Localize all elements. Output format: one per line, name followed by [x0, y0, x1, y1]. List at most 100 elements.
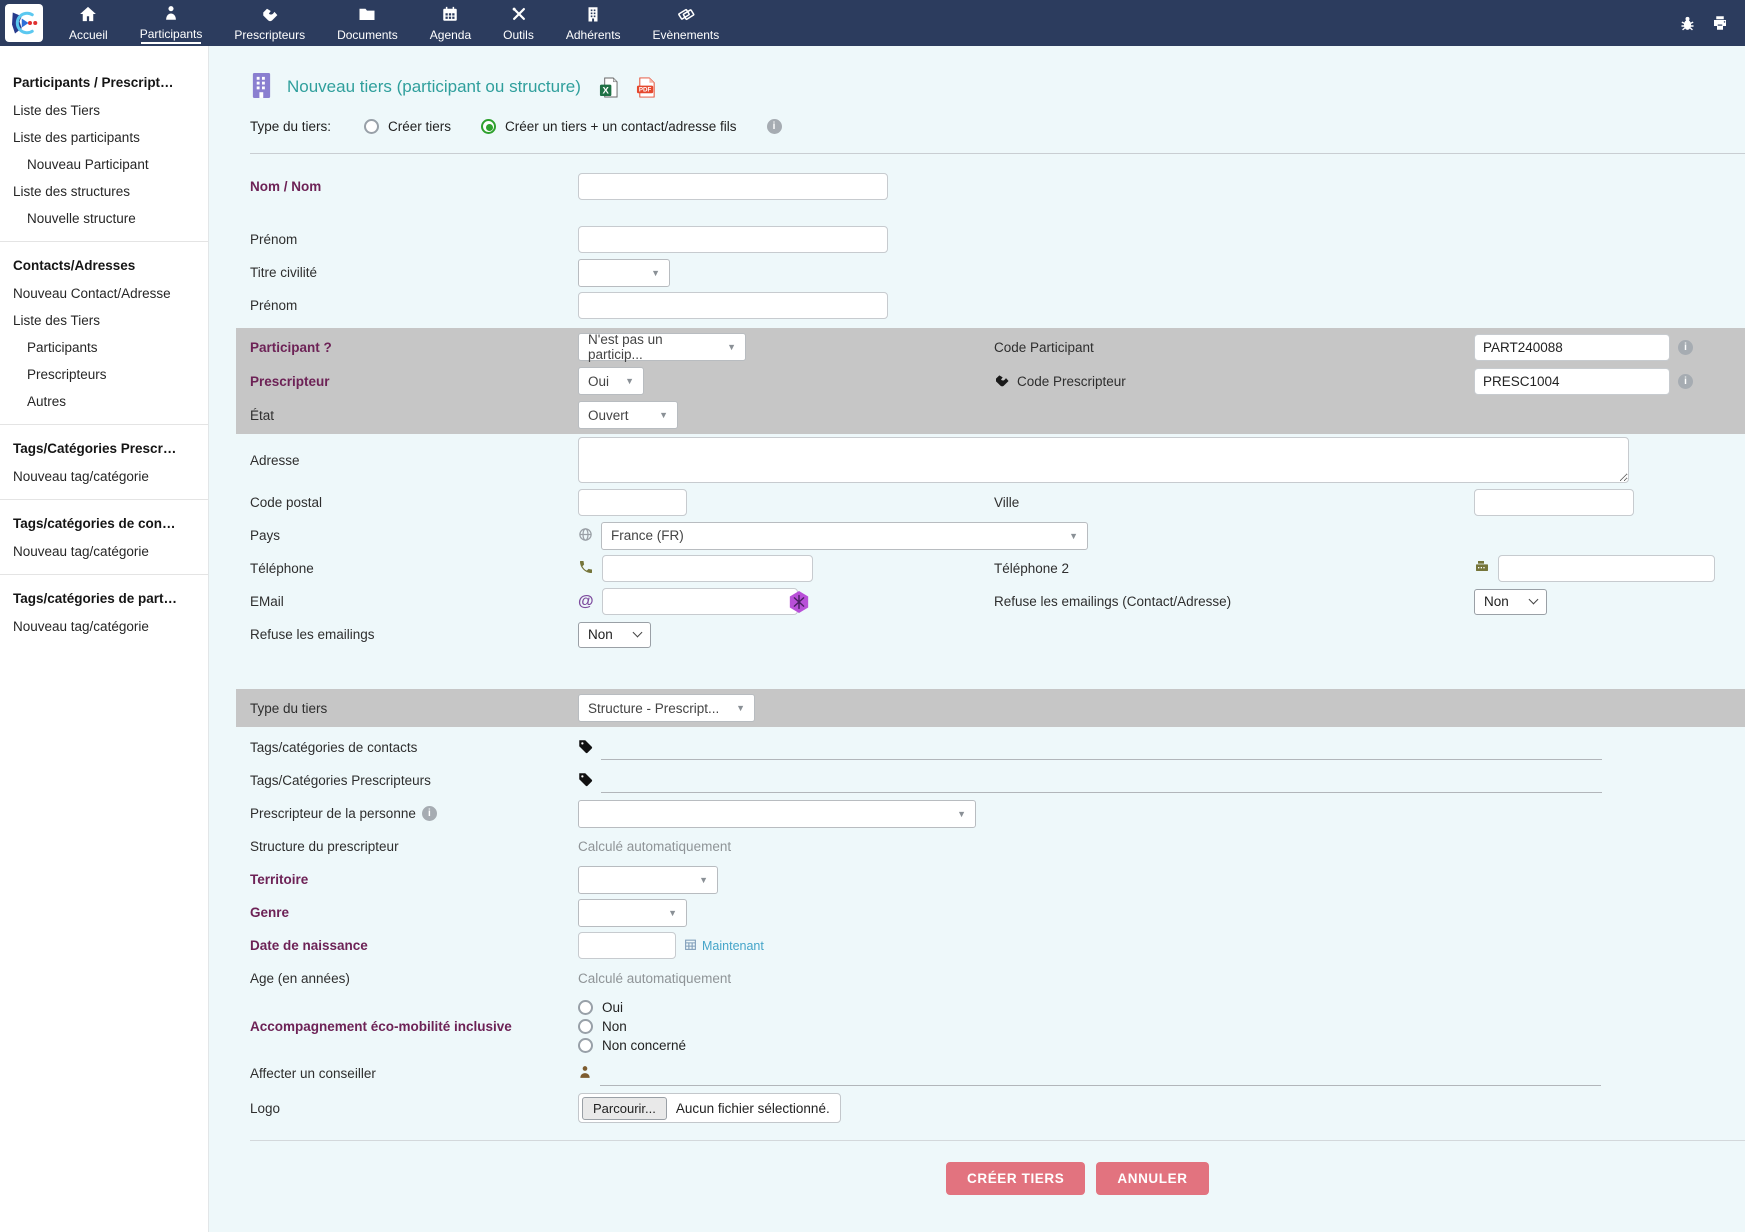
form-actions: CRÉER TIERS ANNULER: [946, 1162, 1745, 1195]
logo-file-input[interactable]: Parcourir... Aucun fichier sélectionné.: [578, 1093, 841, 1123]
code-participant-input[interactable]: [1474, 334, 1670, 361]
nav-item-adherents[interactable]: Adhérents: [550, 0, 637, 46]
fax-icon: [1474, 559, 1490, 578]
svg-text:X: X: [602, 85, 609, 96]
chevron-down-icon: ▼: [727, 342, 736, 352]
code-postal-input[interactable]: [578, 489, 687, 516]
chevron-down-icon: ▼: [1069, 531, 1078, 541]
form-row-telephone: Téléphone Téléphone 2: [209, 552, 1745, 585]
type-tiers-band: Type du tiers Structure - Prescript...▼: [236, 689, 1745, 727]
nav-item-agenda[interactable]: Agenda: [414, 0, 487, 46]
prenom1-input[interactable]: [578, 226, 888, 253]
nav-item-documents[interactable]: Documents: [321, 0, 414, 46]
prenom2-input[interactable]: [578, 292, 888, 319]
sidebar-divider: [0, 499, 208, 500]
type-tiers-select[interactable]: Structure - Prescript...▼: [578, 694, 755, 722]
titre-civilite-select[interactable]: ▼: [578, 259, 670, 287]
nav-item-evenements[interactable]: Evènements: [637, 0, 736, 46]
pdf-export-icon[interactable]: PDF: [636, 77, 657, 98]
structure-prescripteur-label: Structure du prescripteur: [250, 839, 578, 854]
info-icon[interactable]: [422, 806, 437, 821]
nav-item-accueil[interactable]: Accueil: [53, 0, 124, 46]
sidebar-item-prescripteurs[interactable]: Prescripteurs: [0, 361, 208, 388]
adresse-textarea[interactable]: [578, 437, 1629, 483]
radio-creer-tiers[interactable]: Créer tiers: [364, 119, 451, 134]
sidebar-item-nouveau-tag-3[interactable]: Nouveau tag/catégorie: [0, 613, 208, 640]
prescripteur-label: Prescripteur: [250, 374, 578, 389]
info-icon[interactable]: [767, 119, 782, 134]
tags-contacts-input[interactable]: [601, 736, 1602, 760]
app-logo[interactable]: [5, 4, 43, 42]
nav-item-outils[interactable]: Outils: [487, 0, 550, 46]
form-row-structure-prescripteur: Structure du prescripteur Calculé automa…: [209, 830, 1745, 863]
sidebar-item-nouveau-participant[interactable]: Nouveau Participant: [0, 151, 208, 178]
form-row-genre: Genre ▼: [209, 896, 1745, 929]
chevron-down-icon: ▼: [659, 410, 668, 420]
sidebar-item-liste-des-participants[interactable]: Liste des participants: [0, 124, 208, 151]
print-icon[interactable]: [1711, 14, 1729, 32]
form-row-prescripteur-personne: Prescripteur de la personne ▼: [209, 797, 1745, 830]
sidebar-item-liste-des-tiers-2[interactable]: Liste des Tiers: [0, 307, 208, 334]
form-row-territoire: Territoire ▼: [209, 863, 1745, 896]
telephone2-input[interactable]: [1498, 555, 1715, 582]
date-naissance-input[interactable]: [578, 932, 676, 959]
telephone-input[interactable]: [602, 555, 813, 582]
maintenant-link[interactable]: Maintenant: [684, 938, 764, 954]
person-icon: [162, 4, 180, 25]
nav-item-participants[interactable]: Participants: [124, 0, 219, 46]
form-row-adresse: Adresse: [209, 434, 1745, 486]
pays-select[interactable]: France (FR)▼: [601, 522, 1088, 550]
sidebar-item-participants[interactable]: Participants: [0, 334, 208, 361]
structure-prescripteur-value: Calculé automatiquement: [578, 839, 994, 854]
refuse-emailings-label: Refuse les emailings: [250, 627, 578, 642]
conseiller-input[interactable]: [600, 1062, 1601, 1086]
info-icon[interactable]: [1678, 374, 1693, 389]
sidebar-item-nouveau-tag-1[interactable]: Nouveau tag/catégorie: [0, 463, 208, 490]
territoire-select[interactable]: ▼: [578, 866, 718, 894]
tag-icon: [578, 739, 593, 757]
folder-icon: [358, 5, 376, 26]
sidebar-item-liste-des-tiers[interactable]: Liste des Tiers: [0, 97, 208, 124]
email-action-icon[interactable]: [788, 590, 810, 617]
accompagnement-radio-oui[interactable]: Oui: [578, 1000, 994, 1015]
sidebar-item-liste-des-structures[interactable]: Liste des structures: [0, 178, 208, 205]
sidebar-item-autres[interactable]: Autres: [0, 388, 208, 415]
form-row-prenom1: Prénom: [209, 223, 1745, 256]
tickets-icon: [677, 5, 695, 26]
info-icon[interactable]: [1678, 340, 1693, 355]
prescripteur-select[interactable]: Oui▼: [578, 367, 644, 395]
refuse-emailings-contact-select[interactable]: Non: [1474, 589, 1547, 615]
sidebar-item-nouveau-contact[interactable]: Nouveau Contact/Adresse: [0, 280, 208, 307]
nav-item-prescripteurs[interactable]: Prescripteurs: [218, 0, 321, 46]
annuler-button[interactable]: ANNULER: [1096, 1162, 1208, 1195]
sidebar-section-tags-contacts: Tags/catégories de con…: [0, 509, 208, 538]
radio-icon: [578, 1038, 593, 1053]
excel-export-icon[interactable]: X: [599, 77, 618, 98]
accompagnement-radio-non-concerne[interactable]: Non concerné: [578, 1038, 994, 1053]
radio-checked-icon: [481, 119, 496, 134]
tags-prescripteurs-input[interactable]: [601, 769, 1602, 793]
form-row-email: EMail @ Refuse les emailings (Contact/Ad…: [209, 585, 1745, 618]
prescripteur-personne-select[interactable]: ▼: [578, 800, 976, 828]
form-row-refuse-emailings: Refuse les emailings Non: [209, 618, 1745, 651]
territoire-label: Territoire: [250, 872, 578, 887]
email-input[interactable]: [602, 588, 798, 615]
form-row-etat: État Ouvert▼: [236, 398, 1745, 432]
sidebar-item-nouveau-tag-2[interactable]: Nouveau tag/catégorie: [0, 538, 208, 565]
participant-select[interactable]: N'est pas un particip...▼: [578, 333, 746, 361]
accompagnement-radio-non[interactable]: Non: [578, 1019, 994, 1034]
radio-creer-tiers-contact[interactable]: Créer un tiers + un contact/adresse fils: [481, 119, 736, 134]
calendar-small-icon: [684, 938, 697, 954]
bug-icon[interactable]: [1679, 15, 1696, 32]
refuse-emailings-select[interactable]: Non: [578, 622, 651, 648]
ville-input[interactable]: [1474, 489, 1634, 516]
creer-tiers-button[interactable]: CRÉER TIERS: [946, 1162, 1085, 1195]
genre-select[interactable]: ▼: [578, 899, 687, 927]
etat-select[interactable]: Ouvert▼: [578, 401, 678, 429]
code-prescripteur-input[interactable]: [1474, 368, 1670, 395]
chevron-down-icon: ▼: [957, 809, 966, 819]
sidebar-item-nouvelle-structure[interactable]: Nouvelle structure: [0, 205, 208, 232]
browse-button[interactable]: Parcourir...: [582, 1097, 667, 1120]
nom-input[interactable]: [578, 173, 888, 200]
prenom2-label: Prénom: [250, 298, 578, 313]
